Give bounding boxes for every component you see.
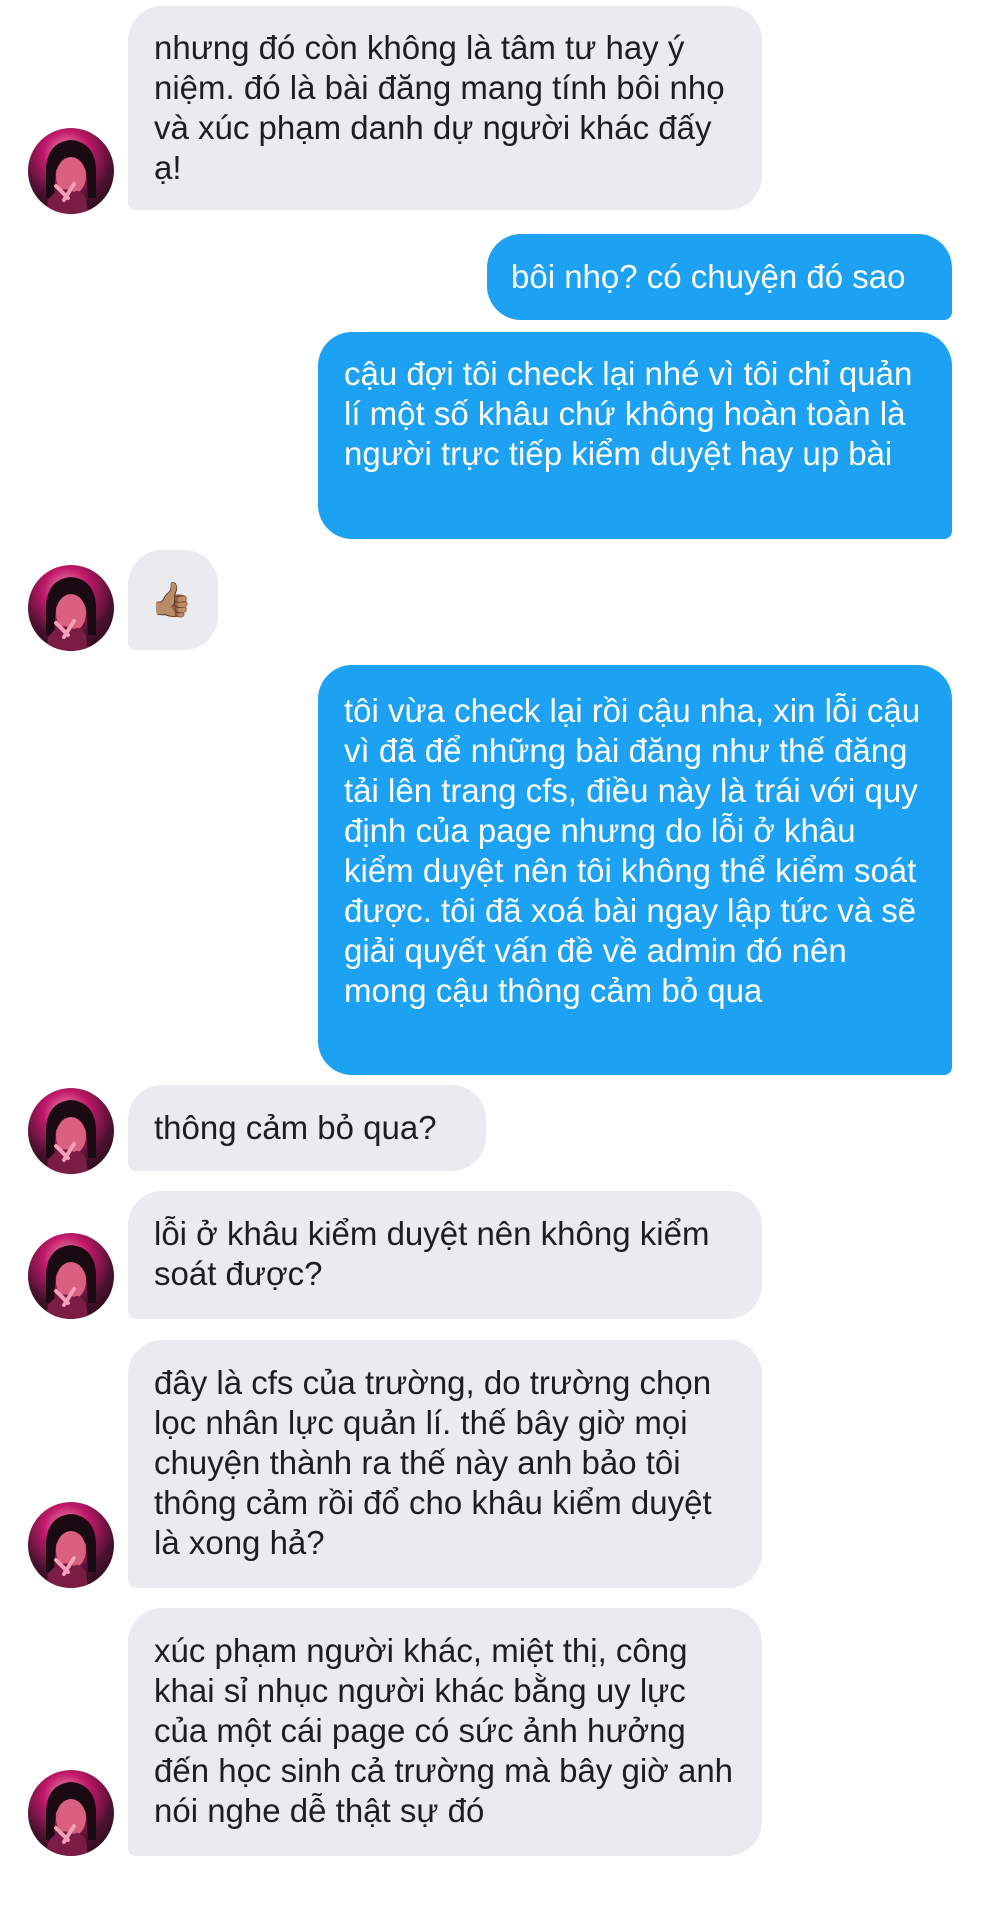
message-text: lỗi ở khâu kiểm duyệt nên không kiểm soá… [154, 1215, 710, 1292]
message-text: nhưng đó còn không là tâm tư hay ý niệm.… [154, 29, 725, 186]
message-text: tôi vừa check lại rồi cậu nha, xin lỗi c… [344, 692, 921, 1009]
message-text: cậu đợi tôi check lại nhé vì tôi chỉ quả… [344, 355, 913, 472]
contact-avatar[interactable] [28, 1770, 114, 1856]
contact-avatar[interactable] [28, 1502, 114, 1588]
contact-avatar[interactable] [28, 1088, 114, 1174]
contact-avatar[interactable] [28, 1233, 114, 1319]
message-text: bôi nhọ? có chuyện đó sao [511, 258, 906, 295]
incoming-message[interactable]: thông cảm bỏ qua? [128, 1085, 486, 1171]
contact-avatar[interactable] [28, 565, 114, 651]
incoming-message[interactable]: nhưng đó còn không là tâm tư hay ý niệm.… [128, 6, 762, 210]
incoming-message[interactable]: lỗi ở khâu kiểm duyệt nên không kiểm soá… [128, 1191, 762, 1319]
message-text: xúc phạm người khác, miệt thị, công khai… [154, 1632, 734, 1829]
incoming-message[interactable]: 👍🏽 [128, 550, 218, 650]
message-thread: nhưng đó còn không là tâm tư hay ý niệm.… [0, 0, 981, 1920]
message-text: thông cảm bỏ qua? [154, 1109, 437, 1146]
incoming-message[interactable]: xúc phạm người khác, miệt thị, công khai… [128, 1608, 762, 1856]
contact-avatar[interactable] [28, 128, 114, 214]
outgoing-message[interactable]: tôi vừa check lại rồi cậu nha, xin lỗi c… [318, 665, 952, 1075]
message-text: đây là cfs của trường, do trường chọn lọ… [154, 1364, 712, 1561]
outgoing-message[interactable]: cậu đợi tôi check lại nhé vì tôi chỉ quả… [318, 332, 952, 539]
thumbs-up-icon: 👍🏽 [150, 580, 193, 620]
incoming-message[interactable]: đây là cfs của trường, do trường chọn lọ… [128, 1340, 762, 1588]
outgoing-message[interactable]: bôi nhọ? có chuyện đó sao [487, 234, 952, 320]
